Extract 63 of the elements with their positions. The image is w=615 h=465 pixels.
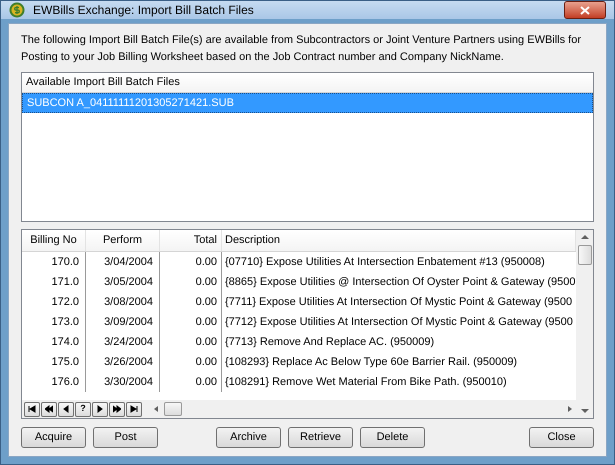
next-page-button[interactable]	[109, 402, 125, 416]
previous-page-button[interactable]	[41, 402, 57, 416]
table-cell: 170.0	[22, 252, 86, 272]
scroll-left-icon[interactable]	[152, 405, 160, 413]
scroll-down-icon[interactable]	[580, 408, 588, 414]
table-cell: 3/05/2004	[86, 272, 160, 292]
double-left-icon	[45, 405, 53, 413]
table-cell-text: {7713} Remove And Replace AC. (950009)	[224, 334, 436, 350]
dialog-button[interactable]: Archive	[216, 427, 281, 448]
table-cell: 3/09/2004	[86, 312, 160, 332]
right-triangle-icon	[96, 405, 104, 413]
table-cell-text: {07710} Expose Utilities At Intersection Enbatement #13 (950008)	[224, 254, 546, 270]
next-record-button[interactable]	[92, 402, 108, 416]
table-cell-text: {7711} Expose Utilities At Intersection Of Mystic Point & Gateway (9500	[224, 294, 574, 310]
last-record-button[interactable]	[126, 402, 142, 416]
find-button[interactable]: ?	[75, 402, 91, 416]
scroll-thumb[interactable]	[578, 245, 592, 265]
table-cell: 171.0	[22, 272, 86, 292]
horizontal-scrollbar[interactable]	[152, 401, 574, 417]
table-cell: 174.0	[22, 332, 86, 352]
table-cell: 3/30/2004	[86, 372, 160, 392]
column-header[interactable]: Total	[160, 230, 222, 251]
dialog-button[interactable]: Delete	[360, 427, 425, 448]
dialog-button[interactable]: Post	[93, 427, 158, 448]
table-cell: 3/26/2004	[86, 352, 160, 372]
left-triangle-icon	[62, 405, 70, 413]
instructions-text: The following Import Bill Batch File(s) are available from Subcontractors or Joint Venture Partners using EWBills for Posting to your Job Billing Worksheet based on the Job Contract number and Company NickName.	[21, 33, 582, 65]
table-cell: 0.00	[160, 352, 222, 372]
first-record-button[interactable]	[24, 402, 40, 416]
table-cell: 172.0	[22, 292, 86, 312]
table-cell-text: {108291} Remove Wet Material From Bike Path. (950010)	[224, 374, 508, 390]
table-cell: 0.00	[160, 292, 222, 312]
table-cell: 173.0	[22, 312, 86, 332]
table-cell: 3/24/2004	[86, 332, 160, 352]
table-cell: 176.0	[22, 372, 86, 392]
scroll-right-icon[interactable]	[566, 405, 574, 413]
table-cell: 3/04/2004	[86, 252, 160, 272]
close-icon	[580, 6, 590, 14]
skip-end-icon	[130, 405, 138, 413]
table-cell-text: {8865} Expose Utilities @ Intersection Of Oyster Point & Gateway (9500	[224, 274, 576, 290]
table-cell: 0.00	[160, 252, 222, 272]
column-header[interactable]: Billing No	[22, 230, 86, 251]
table-cell: 0.00	[160, 332, 222, 352]
table-cell: 3/08/2004	[86, 292, 160, 312]
dialog-button[interactable]: Acquire	[21, 427, 86, 448]
skip-start-icon	[28, 405, 36, 413]
double-right-icon	[113, 405, 121, 413]
dialog-button[interactable]: Retrieve	[288, 427, 353, 448]
previous-record-button[interactable]	[58, 402, 74, 416]
table-cell: 0.00	[160, 372, 222, 392]
table-cell-text: {108293} Replace Ac Below Type 60e Barrier Rail. (950009)	[224, 354, 518, 370]
table-cell: 175.0	[22, 352, 86, 372]
table-cell-text: {7712} Expose Utilities At Intersection Of Mystic Point & Gateway (9500	[224, 314, 574, 330]
table-cell: 0.00	[160, 272, 222, 292]
scroll-up-icon[interactable]	[580, 234, 588, 240]
vertical-scrollbar[interactable]	[576, 230, 593, 418]
scroll-thumb[interactable]	[164, 402, 182, 416]
dialog-button[interactable]: Close	[529, 427, 594, 448]
window-title: EWBills Exchange: Import Bill Batch Files	[33, 2, 255, 19]
dollar-coin-icon	[9, 2, 25, 18]
column-header[interactable]: Perform	[86, 230, 160, 251]
close-button[interactable]	[564, 1, 606, 19]
table-cell: 0.00	[160, 312, 222, 332]
